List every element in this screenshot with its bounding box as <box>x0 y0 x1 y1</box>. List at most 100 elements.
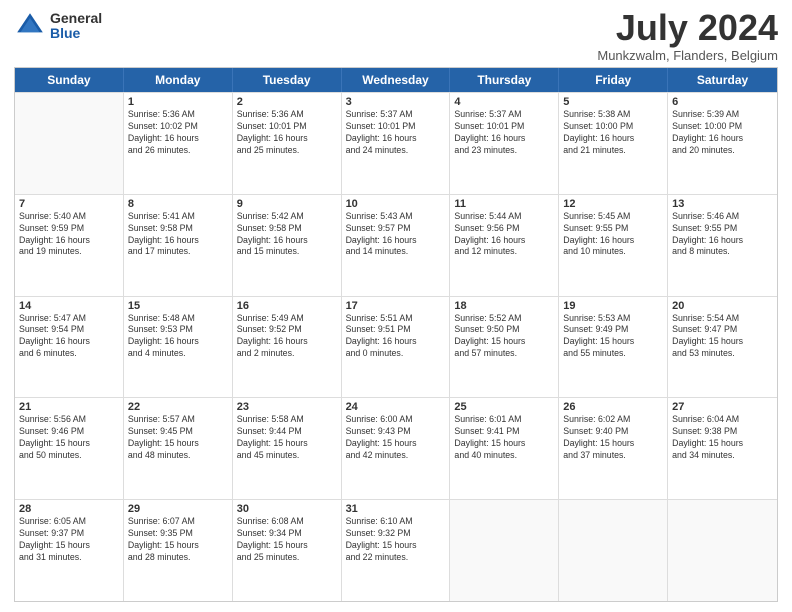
day-number: 30 <box>237 503 337 515</box>
cal-cell: 5Sunrise: 5:38 AM Sunset: 10:00 PM Dayli… <box>559 93 668 194</box>
day-number: 22 <box>128 401 228 413</box>
day-info: Sunrise: 5:51 AM Sunset: 9:51 PM Dayligh… <box>346 313 446 361</box>
cal-cell: 15Sunrise: 5:48 AM Sunset: 9:53 PM Dayli… <box>124 297 233 398</box>
day-info: Sunrise: 5:45 AM Sunset: 9:55 PM Dayligh… <box>563 211 663 259</box>
day-number: 10 <box>346 198 446 210</box>
day-number: 11 <box>454 198 554 210</box>
cal-header-cell-saturday: Saturday <box>668 68 777 92</box>
cal-cell: 4Sunrise: 5:37 AM Sunset: 10:01 PM Dayli… <box>450 93 559 194</box>
day-number: 26 <box>563 401 663 413</box>
day-info: Sunrise: 5:37 AM Sunset: 10:01 PM Daylig… <box>454 109 554 157</box>
day-info: Sunrise: 6:08 AM Sunset: 9:34 PM Dayligh… <box>237 516 337 564</box>
day-number: 1 <box>128 96 228 108</box>
cal-cell: 20Sunrise: 5:54 AM Sunset: 9:47 PM Dayli… <box>668 297 777 398</box>
day-number: 2 <box>237 96 337 108</box>
cal-row-4: 28Sunrise: 6:05 AM Sunset: 9:37 PM Dayli… <box>15 499 777 601</box>
cal-header-cell-wednesday: Wednesday <box>342 68 451 92</box>
day-number: 8 <box>128 198 228 210</box>
cal-cell: 2Sunrise: 5:36 AM Sunset: 10:01 PM Dayli… <box>233 93 342 194</box>
day-info: Sunrise: 6:05 AM Sunset: 9:37 PM Dayligh… <box>19 516 119 564</box>
cal-cell <box>450 500 559 601</box>
logo-text: General Blue <box>50 11 102 42</box>
calendar-header: SundayMondayTuesdayWednesdayThursdayFrid… <box>15 68 777 92</box>
header-right: July 2024 Munkzwalm, Flanders, Belgium <box>597 10 778 63</box>
cal-header-cell-thursday: Thursday <box>450 68 559 92</box>
day-number: 19 <box>563 300 663 312</box>
cal-cell: 19Sunrise: 5:53 AM Sunset: 9:49 PM Dayli… <box>559 297 668 398</box>
cal-row-0: 1Sunrise: 5:36 AM Sunset: 10:02 PM Dayli… <box>15 92 777 194</box>
day-number: 15 <box>128 300 228 312</box>
cal-cell: 23Sunrise: 5:58 AM Sunset: 9:44 PM Dayli… <box>233 398 342 499</box>
cal-cell: 21Sunrise: 5:56 AM Sunset: 9:46 PM Dayli… <box>15 398 124 499</box>
day-number: 14 <box>19 300 119 312</box>
cal-cell: 9Sunrise: 5:42 AM Sunset: 9:58 PM Daylig… <box>233 195 342 296</box>
day-info: Sunrise: 5:57 AM Sunset: 9:45 PM Dayligh… <box>128 414 228 462</box>
header: General Blue July 2024 Munkzwalm, Flande… <box>14 10 778 63</box>
cal-cell: 1Sunrise: 5:36 AM Sunset: 10:02 PM Dayli… <box>124 93 233 194</box>
day-info: Sunrise: 5:44 AM Sunset: 9:56 PM Dayligh… <box>454 211 554 259</box>
page: General Blue July 2024 Munkzwalm, Flande… <box>0 0 792 612</box>
day-number: 28 <box>19 503 119 515</box>
cal-header-cell-tuesday: Tuesday <box>233 68 342 92</box>
day-info: Sunrise: 5:56 AM Sunset: 9:46 PM Dayligh… <box>19 414 119 462</box>
cal-cell: 24Sunrise: 6:00 AM Sunset: 9:43 PM Dayli… <box>342 398 451 499</box>
cal-cell: 12Sunrise: 5:45 AM Sunset: 9:55 PM Dayli… <box>559 195 668 296</box>
day-number: 25 <box>454 401 554 413</box>
calendar-body: 1Sunrise: 5:36 AM Sunset: 10:02 PM Dayli… <box>15 92 777 601</box>
day-number: 18 <box>454 300 554 312</box>
cal-header-cell-sunday: Sunday <box>15 68 124 92</box>
location: Munkzwalm, Flanders, Belgium <box>597 48 778 63</box>
day-info: Sunrise: 5:46 AM Sunset: 9:55 PM Dayligh… <box>672 211 773 259</box>
cal-cell: 29Sunrise: 6:07 AM Sunset: 9:35 PM Dayli… <box>124 500 233 601</box>
cal-cell: 17Sunrise: 5:51 AM Sunset: 9:51 PM Dayli… <box>342 297 451 398</box>
day-number: 29 <box>128 503 228 515</box>
day-number: 23 <box>237 401 337 413</box>
cal-header-cell-friday: Friday <box>559 68 668 92</box>
cal-cell: 27Sunrise: 6:04 AM Sunset: 9:38 PM Dayli… <box>668 398 777 499</box>
day-info: Sunrise: 5:37 AM Sunset: 10:01 PM Daylig… <box>346 109 446 157</box>
cal-cell: 18Sunrise: 5:52 AM Sunset: 9:50 PM Dayli… <box>450 297 559 398</box>
cal-cell: 11Sunrise: 5:44 AM Sunset: 9:56 PM Dayli… <box>450 195 559 296</box>
day-info: Sunrise: 5:53 AM Sunset: 9:49 PM Dayligh… <box>563 313 663 361</box>
day-info: Sunrise: 5:58 AM Sunset: 9:44 PM Dayligh… <box>237 414 337 462</box>
day-number: 13 <box>672 198 773 210</box>
cal-row-3: 21Sunrise: 5:56 AM Sunset: 9:46 PM Dayli… <box>15 397 777 499</box>
cal-row-1: 7Sunrise: 5:40 AM Sunset: 9:59 PM Daylig… <box>15 194 777 296</box>
day-info: Sunrise: 5:43 AM Sunset: 9:57 PM Dayligh… <box>346 211 446 259</box>
day-number: 6 <box>672 96 773 108</box>
day-info: Sunrise: 5:40 AM Sunset: 9:59 PM Dayligh… <box>19 211 119 259</box>
day-info: Sunrise: 6:02 AM Sunset: 9:40 PM Dayligh… <box>563 414 663 462</box>
logo-icon <box>14 10 46 42</box>
day-number: 27 <box>672 401 773 413</box>
cal-cell: 31Sunrise: 6:10 AM Sunset: 9:32 PM Dayli… <box>342 500 451 601</box>
day-number: 16 <box>237 300 337 312</box>
day-info: Sunrise: 6:04 AM Sunset: 9:38 PM Dayligh… <box>672 414 773 462</box>
day-info: Sunrise: 5:48 AM Sunset: 9:53 PM Dayligh… <box>128 313 228 361</box>
day-info: Sunrise: 5:52 AM Sunset: 9:50 PM Dayligh… <box>454 313 554 361</box>
day-number: 21 <box>19 401 119 413</box>
cal-cell <box>15 93 124 194</box>
cal-cell: 16Sunrise: 5:49 AM Sunset: 9:52 PM Dayli… <box>233 297 342 398</box>
day-info: Sunrise: 5:49 AM Sunset: 9:52 PM Dayligh… <box>237 313 337 361</box>
day-number: 7 <box>19 198 119 210</box>
day-number: 24 <box>346 401 446 413</box>
cal-cell: 13Sunrise: 5:46 AM Sunset: 9:55 PM Dayli… <box>668 195 777 296</box>
day-number: 17 <box>346 300 446 312</box>
day-number: 3 <box>346 96 446 108</box>
cal-cell: 22Sunrise: 5:57 AM Sunset: 9:45 PM Dayli… <box>124 398 233 499</box>
cal-row-2: 14Sunrise: 5:47 AM Sunset: 9:54 PM Dayli… <box>15 296 777 398</box>
month-title: July 2024 <box>597 10 778 46</box>
cal-cell: 8Sunrise: 5:41 AM Sunset: 9:58 PM Daylig… <box>124 195 233 296</box>
day-info: Sunrise: 6:07 AM Sunset: 9:35 PM Dayligh… <box>128 516 228 564</box>
cal-cell: 6Sunrise: 5:39 AM Sunset: 10:00 PM Dayli… <box>668 93 777 194</box>
cal-cell <box>668 500 777 601</box>
cal-cell: 30Sunrise: 6:08 AM Sunset: 9:34 PM Dayli… <box>233 500 342 601</box>
cal-header-cell-monday: Monday <box>124 68 233 92</box>
day-info: Sunrise: 5:39 AM Sunset: 10:00 PM Daylig… <box>672 109 773 157</box>
day-info: Sunrise: 5:42 AM Sunset: 9:58 PM Dayligh… <box>237 211 337 259</box>
cal-cell: 25Sunrise: 6:01 AM Sunset: 9:41 PM Dayli… <box>450 398 559 499</box>
logo-blue: Blue <box>50 26 102 41</box>
day-info: Sunrise: 6:00 AM Sunset: 9:43 PM Dayligh… <box>346 414 446 462</box>
day-number: 9 <box>237 198 337 210</box>
day-info: Sunrise: 5:38 AM Sunset: 10:00 PM Daylig… <box>563 109 663 157</box>
